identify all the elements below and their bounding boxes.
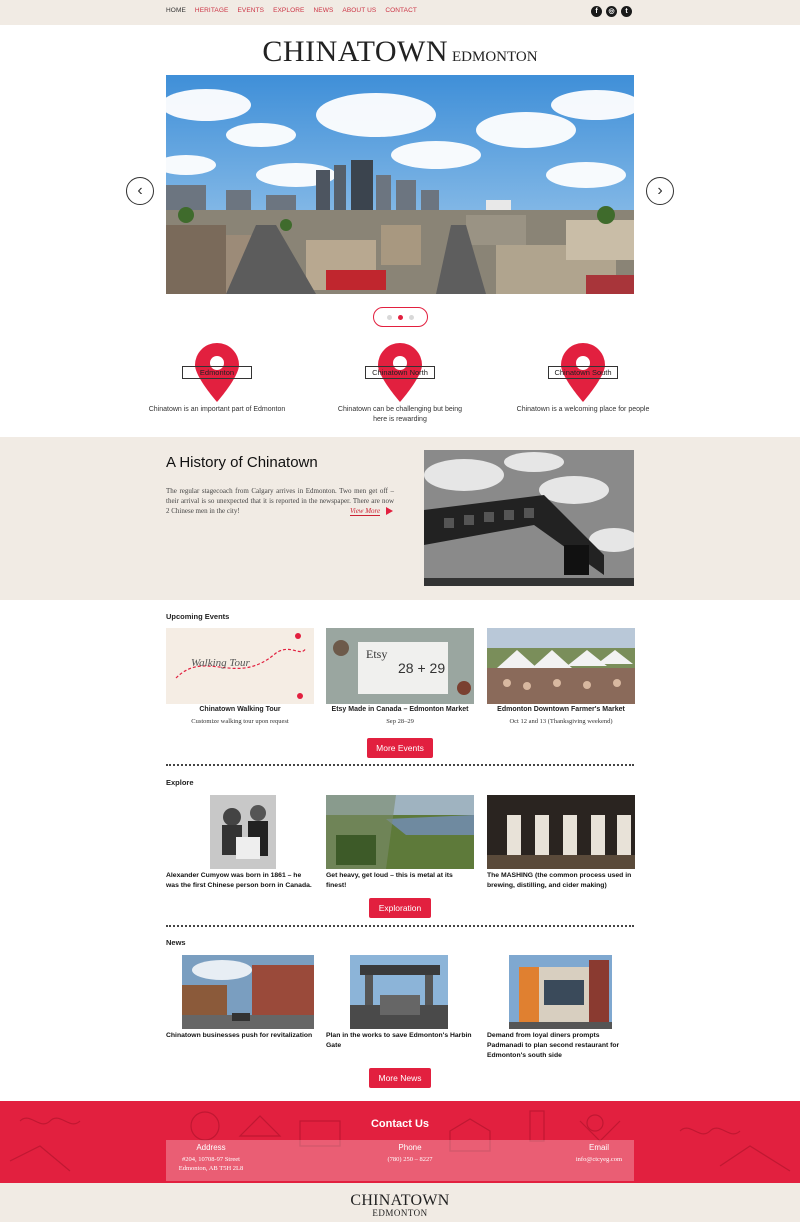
footer-logo[interactable]: CHINATOWN EDMONTON [0,1183,800,1222]
contact-heading: Contact Us [370,1118,430,1130]
explore-title: Alexander Cumyow was born in 1861 – he w… [166,872,312,889]
map-pin-icon: Edmonton [182,343,252,403]
events-heading: Upcoming Events [166,612,230,621]
event-card[interactable]: Walking Tour Chinatown Walking Tour Cust… [166,628,314,725]
contact-section: Contact Us Address #204, 10708-97 Street… [0,1101,800,1183]
email-column: Email info@ctcyeg.com [554,1143,644,1164]
social-links: f ◎ t [591,6,632,17]
news-card[interactable]: Plan in the works to save Edmonton's Har… [326,955,474,1051]
feature-text: Chinatown can be challenging but being h… [337,406,463,423]
walking-tour-image: Walking Tour [166,628,314,704]
feature-text: Chinatown is an important part of Edmont… [148,406,286,413]
email-label: Email [588,1143,609,1152]
feature-label: Chinatown South [548,366,618,379]
map-pin-icon: Chinatown North [365,343,435,403]
event-subtitle: Customize walking tour upon request [191,718,289,725]
etsy-market-image: Etsy 28 + 29 [326,628,474,704]
city-skyline-photo [166,75,634,294]
event-title: Edmonton Downtown Farmer's Market [497,706,625,713]
explore-title: The MASHING (the common process used in … [487,872,632,889]
phone-number[interactable]: (780) 250 – 8227 [365,1155,455,1164]
harbin-gate-photo [424,450,634,586]
feature-chinatown-south: Chinatown South Chinatown is a welcoming… [513,343,653,415]
explore-title: Get heavy, get loud – this is metal at i… [326,872,453,889]
site-logo[interactable]: CHINATOWN EDMONTON [0,35,800,69]
explore-card[interactable]: Alexander Cumyow was born in 1861 – he w… [166,795,314,891]
history-heading: A History of Chinatown [166,454,318,471]
logo-subtitle: EDMONTON [452,49,538,65]
svg-text:28 + 29: 28 + 29 [398,660,445,676]
top-bar: HOME HERITAGE EVENTS EXPLORE NEWS ABOUT … [0,0,800,25]
news-card[interactable]: Demand from loyal diners prompts Padmana… [487,955,635,1061]
event-subtitle: Oct 12 and 13 (Thanksgiving weekend) [509,718,613,725]
slider-next-button[interactable]: › [646,177,674,205]
exploration-button[interactable]: Exploration [369,898,431,918]
event-title: Chinatown Walking Tour [199,706,281,713]
nav-about-us[interactable]: ABOUT US [342,7,376,14]
feature-label: Chinatown North [365,366,435,379]
event-subtitle: Sep 28–29 [386,718,414,725]
slider-prev-button[interactable]: ‹ [126,177,154,205]
news-card[interactable]: Chinatown businesses push for revitaliza… [166,955,314,1041]
footer-subtitle: EDMONTON [372,1208,428,1218]
map-pin-icon: Chinatown South [548,343,618,403]
email-address[interactable]: info@ctcyeg.com [554,1155,644,1164]
section-divider [166,764,634,766]
news-heading: News [166,938,186,947]
address-column: Address #204, 10708-97 Street Edmonton, … [166,1143,256,1173]
feature-label: Edmonton [182,366,252,379]
news-title: Chinatown businesses push for revitaliza… [166,1032,313,1039]
event-card[interactable]: Etsy 28 + 29 Etsy Made in Canada – Edmon… [326,628,474,725]
main-nav: HOME HERITAGE EVENTS EXPLORE NEWS ABOUT … [166,7,417,14]
nav-events[interactable]: EVENTS [237,7,264,14]
nav-heritage[interactable]: HERITAGE [195,7,229,14]
chinatown-street-photo [182,955,314,1029]
explore-card[interactable]: Get heavy, get loud – this is metal at i… [326,795,474,891]
phone-column: Phone (780) 250 – 8227 [365,1143,455,1164]
river-valley-photo [326,795,474,869]
nav-contact[interactable]: CONTACT [385,7,417,14]
feature-text: Chinatown is a welcoming place for peopl… [516,406,650,413]
instagram-icon[interactable]: ◎ [606,6,617,17]
arrow-right-icon[interactable] [386,507,393,515]
twitter-icon[interactable]: t [621,6,632,17]
news-title: Plan in the works to save Edmonton's Har… [326,1032,472,1049]
logo-title: CHINATOWN [262,35,449,68]
slider-dot[interactable] [409,314,414,320]
address-label: Address [196,1143,226,1152]
contact-info-box: Address #204, 10708-97 Street Edmonton, … [166,1140,634,1181]
svg-text:Walking Tour: Walking Tour [191,657,251,669]
event-title: Etsy Made in Canada – Edmonton Market [331,706,469,713]
more-news-button[interactable]: More News [369,1068,431,1088]
event-card[interactable]: Edmonton Downtown Farmer's Market Oct 12… [487,628,635,725]
news-title: Demand from loyal diners prompts Padmana… [487,1032,620,1059]
nav-home[interactable]: HOME [166,7,186,14]
svg-text:Etsy: Etsy [366,647,387,661]
slider-dots [373,307,428,327]
history-section: A History of Chinatown The regular stage… [0,437,800,600]
cumyow-photo [210,795,276,869]
facebook-icon[interactable]: f [591,6,602,17]
harbin-gate-news-photo [350,955,448,1029]
explore-card[interactable]: The MASHING (the common process used in … [487,795,635,891]
slider-dot-active[interactable] [398,314,403,320]
feature-chinatown-north: Chinatown North Chinatown can be challen… [330,343,470,425]
slider-dot[interactable] [387,314,392,320]
restaurant-building-photo [509,955,612,1029]
nav-news[interactable]: NEWS [313,7,333,14]
address-line-1: #204, 10708-97 Street [182,1156,240,1163]
explore-heading: Explore [166,778,194,787]
phone-label: Phone [398,1143,422,1152]
brewing-taps-photo [487,795,635,869]
view-more-link[interactable]: View More [350,507,381,516]
hero-slide-image [166,75,634,294]
address-line-2: Edmonton, AB T5H 2L8 [178,1165,244,1172]
more-events-button[interactable]: More Events [367,738,433,758]
section-divider [166,925,634,927]
nav-explore[interactable]: EXPLORE [273,7,304,14]
feature-edmonton: Edmonton Chinatown is an important part … [147,343,287,415]
farmers-market-image [487,628,635,704]
